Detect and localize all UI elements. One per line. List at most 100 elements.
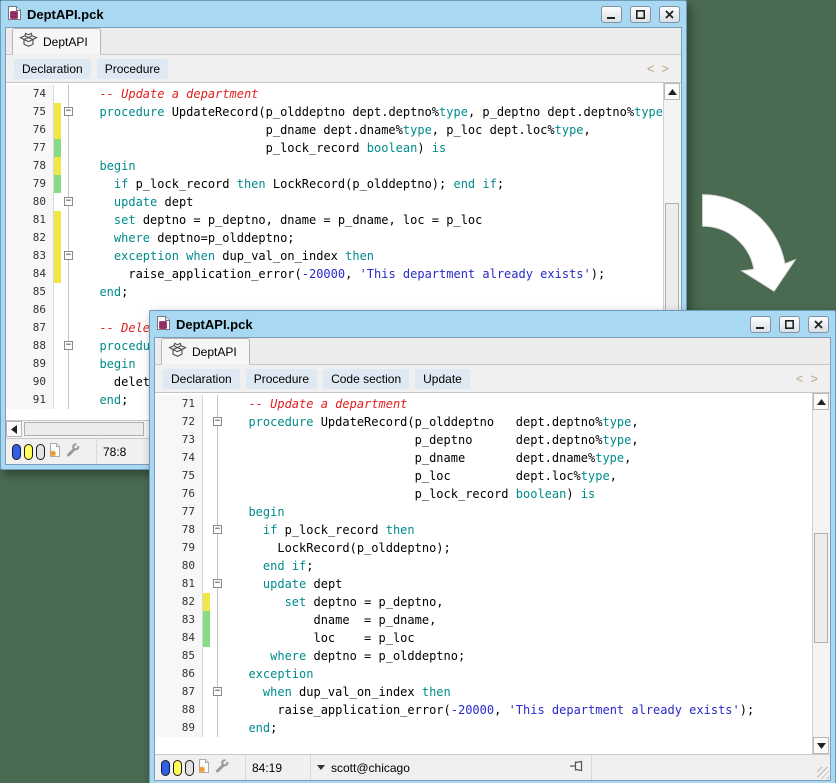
line-number: 89 (155, 719, 203, 737)
toolbar-button-declaration[interactable]: Declaration (14, 59, 91, 79)
code-text[interactable]: raise_application_error(-20000, 'This de… (225, 701, 813, 719)
change-marker (203, 629, 210, 647)
toolbar-button-procedure[interactable]: Procedure (246, 369, 317, 389)
code-text[interactable]: LockRecord(p_olddeptno); (225, 539, 813, 557)
fold-collapse-icon[interactable]: − (64, 197, 73, 206)
navigator-toolbar: Declaration Procedure < > (6, 55, 681, 82)
code-text[interactable]: exception (225, 665, 813, 683)
code-text[interactable]: -- Update a department (225, 395, 813, 413)
fold-margin (210, 449, 225, 467)
code-text[interactable]: where deptno=p_olddeptno; (76, 229, 664, 247)
change-marker (54, 103, 61, 121)
marker-gutter (203, 557, 210, 575)
fold-collapse-icon[interactable]: − (213, 525, 222, 534)
code-text[interactable]: dname = p_dname, (225, 611, 813, 629)
code-line: 82 where deptno=p_olddeptno; (6, 229, 664, 247)
code-line: 77 p_lock_record boolean) is (6, 139, 664, 157)
code-text[interactable]: loc = p_loc (225, 629, 813, 647)
scrollbar-thumb[interactable] (814, 533, 828, 643)
code-text[interactable]: p_lock_record boolean) is (225, 485, 813, 503)
line-number: 85 (155, 647, 203, 665)
code-text[interactable]: update dept (76, 193, 664, 211)
marker-gutter (203, 449, 210, 467)
scroll-up-button[interactable] (813, 393, 829, 410)
scroll-left-button[interactable] (6, 421, 22, 437)
maximize-button[interactable] (630, 6, 651, 23)
package-file-icon (156, 315, 171, 334)
fold-collapse-icon[interactable]: − (64, 251, 73, 260)
line-number: 91 (6, 391, 54, 409)
scrollbar-thumb[interactable] (24, 422, 144, 436)
toolbar-button-update[interactable]: Update (415, 369, 470, 389)
toolbar-button-declaration[interactable]: Declaration (163, 369, 240, 389)
code-text[interactable]: set deptno = p_deptno, (225, 593, 813, 611)
fold-margin (210, 611, 225, 629)
fold-collapse-icon[interactable]: − (64, 341, 73, 350)
titlebar[interactable]: DeptAPI.pck (5, 1, 682, 27)
close-button[interactable] (808, 316, 829, 333)
tab-deptapi[interactable]: DeptAPI (12, 28, 101, 55)
code-text[interactable]: end; (76, 283, 664, 301)
vertical-scrollbar[interactable] (812, 393, 830, 754)
toolbar-button-procedure[interactable]: Procedure (97, 59, 168, 79)
code-text[interactable]: p_lock_record boolean) is (76, 139, 664, 157)
code-line: 76 p_dname dept.dname%type, p_loc dept.l… (6, 121, 664, 139)
fold-collapse-icon[interactable]: − (64, 107, 73, 116)
code-text[interactable]: p_loc dept.loc%type, (225, 467, 813, 485)
nav-back-icon[interactable]: < (796, 371, 804, 386)
code-text[interactable]: where deptno = p_olddeptno; (225, 647, 813, 665)
close-button[interactable] (659, 6, 680, 23)
marker-gutter (54, 391, 61, 409)
fold-collapse-icon[interactable]: − (213, 687, 222, 696)
code-text[interactable]: update dept (225, 575, 813, 593)
code-text[interactable]: p_deptno dept.deptno%type, (225, 431, 813, 449)
titlebar[interactable]: DeptAPI.pck (154, 311, 831, 337)
code-text[interactable]: raise_application_error(-20000, 'This de… (76, 265, 664, 283)
scroll-down-button[interactable] (813, 737, 829, 754)
change-marker (54, 175, 61, 193)
connection-selector[interactable]: scott@chicago (311, 755, 592, 780)
resize-grip[interactable] (817, 767, 829, 779)
code-text[interactable]: end; (225, 719, 813, 737)
line-number: 82 (155, 593, 203, 611)
minimize-button[interactable] (601, 6, 622, 23)
maximize-button[interactable] (779, 316, 800, 333)
minimize-button[interactable] (750, 316, 771, 333)
scroll-up-button[interactable] (664, 83, 680, 100)
tab-deptapi[interactable]: DeptAPI (161, 338, 250, 365)
indicator-pill-gray (185, 760, 194, 776)
code-text[interactable]: p_dname dept.dname%type, p_loc dept.loc%… (76, 121, 664, 139)
fold-collapse-icon[interactable]: − (213, 417, 222, 426)
code-text[interactable]: procedure UpdateRecord(p_olddeptno dept.… (76, 103, 664, 121)
code-text[interactable]: if p_lock_record then LockRecord(p_oldde… (76, 175, 664, 193)
line-number: 74 (6, 85, 54, 103)
code-text[interactable]: begin (225, 503, 813, 521)
change-marker (203, 611, 210, 629)
change-marker (54, 121, 61, 139)
code-text[interactable]: if p_lock_record then (225, 521, 813, 539)
code-text[interactable]: -- Update a department (76, 85, 664, 103)
line-number: 80 (6, 193, 54, 211)
code-text[interactable]: p_dname dept.dname%type, (225, 449, 813, 467)
code-line: 75− procedure UpdateRecord(p_olddeptno d… (6, 103, 664, 121)
fold-margin (61, 265, 76, 283)
nav-forward-icon[interactable]: > (661, 61, 669, 76)
toolbar-button-code-section[interactable]: Code section (323, 369, 409, 389)
nav-back-icon[interactable]: < (647, 61, 655, 76)
marker-gutter (203, 701, 210, 719)
dropdown-arrow-icon (317, 765, 325, 770)
code-editor[interactable]: 71 -- Update a department72− procedure U… (155, 392, 830, 754)
code-text[interactable]: when dup_val_on_index then (225, 683, 813, 701)
code-line: 78 begin (6, 157, 664, 175)
fold-margin (61, 121, 76, 139)
code-text[interactable]: begin (76, 157, 664, 175)
indicator-pill-yellow (173, 760, 182, 776)
code-text[interactable]: exception when dup_val_on_index then (76, 247, 664, 265)
code-text[interactable]: set deptno = p_deptno, dname = p_dname, … (76, 211, 664, 229)
window-title: DeptAPI.pck (176, 317, 253, 332)
nav-forward-icon[interactable]: > (810, 371, 818, 386)
code-text[interactable]: procedure UpdateRecord(p_olddeptno dept.… (225, 413, 813, 431)
fold-collapse-icon[interactable]: − (213, 579, 222, 588)
pin-icon[interactable] (569, 759, 585, 776)
code-text[interactable]: end if; (225, 557, 813, 575)
